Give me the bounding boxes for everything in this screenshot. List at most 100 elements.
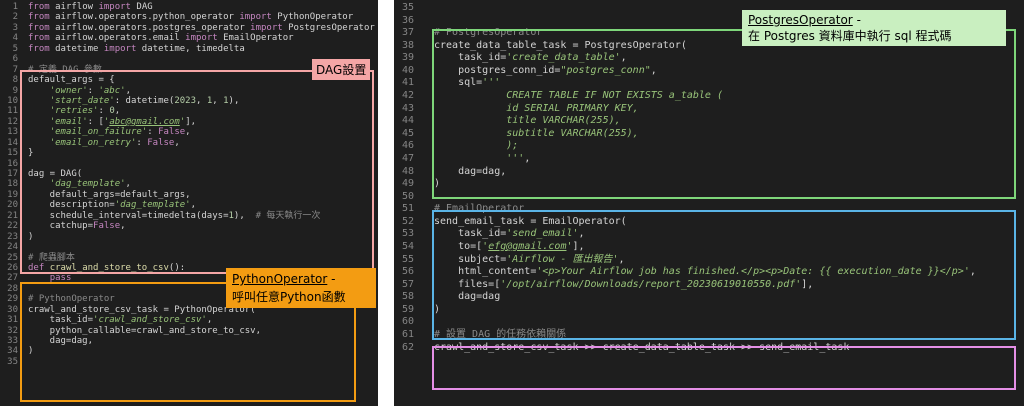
code-text: dag=dag bbox=[434, 291, 501, 303]
line-number: 37 bbox=[401, 27, 414, 39]
code-line: 60 bbox=[394, 316, 1024, 329]
code-text: python_callable=crawl_and_store_to_csv, bbox=[28, 325, 261, 336]
code-text: 'retries': 0, bbox=[49, 106, 121, 117]
code-text: default_args=default_args, bbox=[28, 189, 191, 200]
line-number: 10 bbox=[7, 95, 18, 106]
code-line: 14 'email_on_retry': False, bbox=[0, 138, 378, 148]
code-line: 4 from airflow.operators.email import Ema… bbox=[0, 33, 378, 43]
code-line: 62 crawl_and_store_csv_task >> create_dat… bbox=[394, 342, 1024, 355]
code-line: 57 files=['/opt/airflow/Downloads/report… bbox=[394, 279, 1024, 292]
code-line: 31 task_id='crawl_and_store_csv', bbox=[0, 315, 378, 325]
line-number: 33 bbox=[7, 336, 18, 346]
line-number: 31 bbox=[7, 315, 18, 326]
code-line: 44 title VARCHAR(255), bbox=[394, 115, 1024, 128]
line-number: 23 bbox=[7, 231, 18, 242]
line-number: 24 bbox=[7, 242, 18, 253]
code-line: 20 description='dag_template', bbox=[0, 200, 378, 210]
line-number: 57 bbox=[401, 278, 414, 290]
code-line: 47 ''', bbox=[394, 153, 1024, 166]
line-number: 20 bbox=[7, 200, 18, 211]
line-number: 52 bbox=[401, 215, 414, 227]
code-text: 'dag_template', bbox=[49, 179, 131, 190]
line-number: 58 bbox=[401, 291, 414, 303]
line-number: 53 bbox=[401, 228, 414, 240]
line-number: 62 bbox=[401, 341, 414, 353]
code-text: task_id='send_email', bbox=[434, 228, 585, 240]
line-number: 55 bbox=[401, 253, 414, 265]
code-line: 43 id SERIAL PRIMARY KEY, bbox=[394, 103, 1024, 116]
line-number: 2 bbox=[12, 12, 18, 23]
code-text: # PythonOperator bbox=[28, 294, 115, 305]
line-number: 42 bbox=[401, 90, 414, 102]
postgres-operator-label: PostgresOperator - 在 Postgres 資料庫中執行 sql… bbox=[742, 10, 1006, 46]
code-text: # 定義 DAG 參數 bbox=[28, 64, 102, 75]
code-line: 12 'email': ['abc@gmail.com'], bbox=[0, 117, 378, 127]
code-line: 11 'retries': 0, bbox=[0, 106, 378, 116]
code-line: 25 # 爬蟲腳本 bbox=[0, 253, 378, 263]
code-text: 'owner': 'abc', bbox=[49, 85, 131, 96]
line-number: 39 bbox=[401, 52, 414, 64]
code-line: 41 sql=''' bbox=[394, 77, 1024, 90]
code-line: 2 from airflow.operators.python_operator … bbox=[0, 12, 378, 22]
line-number: 7 bbox=[12, 64, 18, 75]
line-number: 12 bbox=[7, 116, 18, 127]
line-number: 13 bbox=[7, 127, 18, 138]
code-text: subject='Airflow - 匯出報告', bbox=[434, 253, 625, 265]
code-line: 21 schedule_interval=timedelta(days=1), … bbox=[0, 211, 378, 221]
code-line: 23) bbox=[0, 232, 378, 242]
code-text: CREATE TABLE IF NOT EXISTS a_table ( bbox=[434, 90, 723, 102]
code-line: 10 'start_date': datetime(2023, 1, 1), bbox=[0, 96, 378, 106]
code-text: sql=''' bbox=[434, 77, 501, 89]
code-line: 59) bbox=[394, 304, 1024, 317]
code-text: ) bbox=[434, 178, 441, 190]
code-line: 15} bbox=[0, 148, 378, 158]
code-text: id SERIAL PRIMARY KEY, bbox=[434, 102, 639, 114]
code-line: 40 postgres_conn_id="postgres_conn", bbox=[394, 65, 1024, 78]
code-text: dag = DAG( bbox=[28, 169, 83, 179]
code-text: crawl_and_store_csv_task = PythonOperato… bbox=[28, 304, 256, 315]
code-line: 33 dag=dag, bbox=[0, 336, 378, 346]
line-number: 27 bbox=[7, 273, 18, 284]
line-number: 5 bbox=[12, 43, 18, 54]
code-text: # PostgresOperator bbox=[434, 27, 543, 39]
code-text: from airflow.operators.python_operator i… bbox=[28, 12, 354, 23]
line-number: 3 bbox=[12, 22, 18, 33]
line-number: 14 bbox=[7, 137, 18, 148]
code-text: dag=dag, bbox=[28, 336, 94, 346]
code-line: 42 CREATE TABLE IF NOT EXISTS a_table ( bbox=[394, 90, 1024, 103]
code-line: 22 catchup=False, bbox=[0, 221, 378, 231]
code-line: 35 bbox=[0, 357, 378, 367]
line-number: 15 bbox=[7, 148, 18, 159]
code-text: } bbox=[28, 148, 34, 159]
code-text: from airflow import DAG bbox=[28, 2, 153, 12]
code-line: 58 dag=dag bbox=[394, 291, 1024, 304]
code-line: 50 bbox=[394, 191, 1024, 204]
code-line: 34) bbox=[0, 346, 378, 356]
line-number: 51 bbox=[401, 203, 414, 215]
code-lines: 35 36 37 # PostgresOperator 38 create_data_ta… bbox=[394, 2, 1024, 354]
code-text: dag=dag, bbox=[434, 165, 507, 177]
code-line: 16 bbox=[0, 159, 378, 169]
code-text: catchup=False, bbox=[28, 221, 126, 232]
line-number: 34 bbox=[7, 346, 18, 357]
code-line: 45 subtitle VARCHAR(255), bbox=[394, 128, 1024, 141]
code-text: 'email': ['abc@gmail.com'], bbox=[49, 116, 197, 127]
code-line: 3 from airflow.operators.postgres_operato… bbox=[0, 23, 378, 33]
code-line: 61 # 設置 DAG 的任務依賴關係 bbox=[394, 329, 1024, 342]
dag-setup-label: DAG設置 bbox=[312, 59, 371, 80]
code-text: # 設置 DAG 的任務依賴關係 bbox=[434, 329, 567, 341]
line-number: 61 bbox=[401, 329, 414, 341]
line-number: 45 bbox=[401, 127, 414, 139]
code-text: from datetime import datetime, timedelta bbox=[28, 43, 245, 54]
code-line: 19 default_args=default_args, bbox=[0, 190, 378, 200]
line-number: 8 bbox=[12, 75, 18, 86]
line-number: 35 bbox=[7, 356, 18, 367]
code-line: 24 bbox=[0, 242, 378, 252]
code-line: 32 python_callable=crawl_and_store_to_cs… bbox=[0, 326, 378, 336]
code-line: 52 send_email_task = EmailOperator( bbox=[394, 216, 1024, 229]
code-line: 48 dag=dag, bbox=[394, 166, 1024, 179]
code-line: 13 'email_on_failure': False, bbox=[0, 127, 378, 137]
line-number: 17 bbox=[7, 169, 18, 179]
line-number: 43 bbox=[401, 102, 414, 114]
line-number: 59 bbox=[401, 303, 414, 315]
